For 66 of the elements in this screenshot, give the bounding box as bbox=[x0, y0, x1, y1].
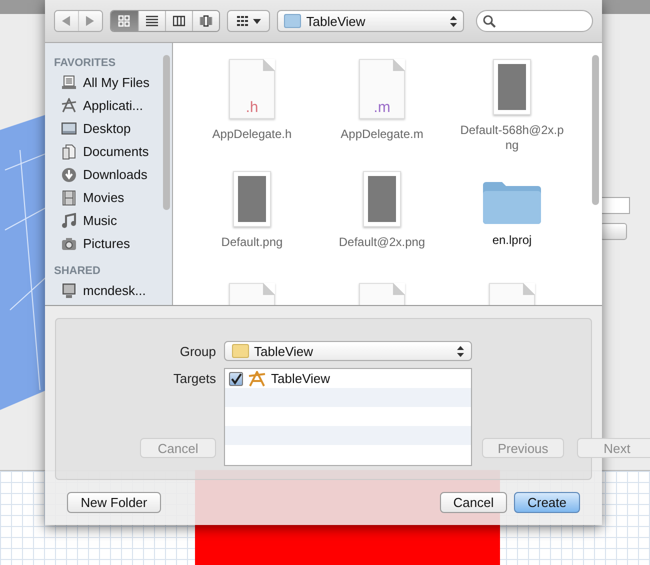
camera-icon bbox=[61, 236, 77, 252]
file-extension: .h bbox=[246, 99, 258, 118]
column-view-button[interactable] bbox=[165, 11, 192, 31]
file-name: Default-568h@2x.png bbox=[459, 123, 565, 153]
file-name: en.lproj bbox=[491, 233, 533, 248]
apps-icon bbox=[61, 98, 77, 114]
group-popup[interactable]: TableView bbox=[224, 341, 472, 361]
back-button[interactable] bbox=[55, 11, 78, 31]
file-name: AppDelegate.h bbox=[211, 127, 293, 142]
folder-icon bbox=[284, 14, 302, 28]
stepper-arrows-icon bbox=[450, 16, 458, 26]
download-icon bbox=[61, 166, 77, 182]
arrange-button[interactable] bbox=[227, 10, 270, 32]
documents-icon bbox=[61, 144, 77, 160]
create-button[interactable]: Create bbox=[514, 492, 580, 513]
list-view-button[interactable] bbox=[138, 11, 166, 31]
sidebar-item[interactable]: Music bbox=[54, 209, 172, 232]
sidebar-item[interactable]: All My Files bbox=[54, 71, 172, 94]
scrollbar[interactable] bbox=[163, 55, 170, 210]
targets-label: Targets bbox=[172, 370, 216, 386]
cancel-button[interactable]: Cancel bbox=[440, 492, 507, 513]
grid-icon bbox=[118, 15, 130, 27]
sidebar-item[interactable]: Applicati... bbox=[54, 94, 172, 117]
sidebar-item[interactable]: Pictures bbox=[54, 232, 172, 255]
music-note-icon bbox=[61, 212, 77, 228]
cover-flow-button[interactable] bbox=[192, 11, 220, 31]
target-row[interactable]: TableView bbox=[225, 369, 471, 388]
group-label: Group bbox=[178, 343, 216, 359]
folder-icon[interactable] bbox=[482, 179, 542, 225]
file-name: Default.png bbox=[220, 235, 284, 250]
film-icon bbox=[61, 190, 77, 206]
image-file-icon[interactable] bbox=[493, 59, 531, 115]
left-arrow-icon bbox=[62, 16, 72, 26]
file-stack-icon bbox=[61, 74, 77, 90]
sidebar-item[interactable]: mcndesk... bbox=[54, 279, 172, 302]
location-popup[interactable]: TableView bbox=[277, 10, 464, 32]
stepper-arrows-icon bbox=[457, 346, 464, 356]
right-arrow-icon bbox=[86, 16, 95, 26]
folder-icon bbox=[232, 344, 249, 358]
app-target-icon bbox=[248, 370, 266, 386]
checkmark-icon bbox=[230, 372, 242, 384]
search-field[interactable] bbox=[476, 10, 594, 32]
sidebar-item[interactable]: Downloads bbox=[54, 163, 172, 186]
sidebar-item[interactable]: Documents bbox=[54, 140, 172, 163]
file-name: Default@2x.png bbox=[338, 235, 426, 250]
document-icon[interactable]: .m bbox=[359, 59, 405, 119]
section-header: FAVORITES bbox=[54, 57, 117, 69]
computer-icon bbox=[61, 282, 77, 298]
file-name: AppDelegate.m bbox=[340, 127, 424, 142]
scrollbar[interactable] bbox=[592, 55, 599, 205]
columns-icon bbox=[173, 15, 186, 27]
image-file-icon[interactable] bbox=[363, 171, 401, 227]
desktop-icon bbox=[61, 120, 77, 136]
file-extension: .m bbox=[374, 99, 390, 118]
sidebar-item[interactable]: Desktop bbox=[54, 117, 172, 140]
icon-view-button[interactable] bbox=[110, 11, 138, 31]
cover-flow-icon bbox=[200, 15, 212, 27]
list-icon bbox=[146, 15, 158, 27]
sidebar-item[interactable]: Movies bbox=[54, 186, 172, 209]
grid-caret-icon bbox=[236, 16, 261, 26]
forward-button[interactable] bbox=[78, 11, 102, 31]
search-icon bbox=[483, 14, 496, 28]
checkbox[interactable] bbox=[229, 372, 243, 386]
section-header: SHARED bbox=[54, 265, 102, 277]
image-file-icon[interactable] bbox=[233, 171, 271, 227]
new-folder-button[interactable]: New Folder bbox=[67, 492, 161, 513]
